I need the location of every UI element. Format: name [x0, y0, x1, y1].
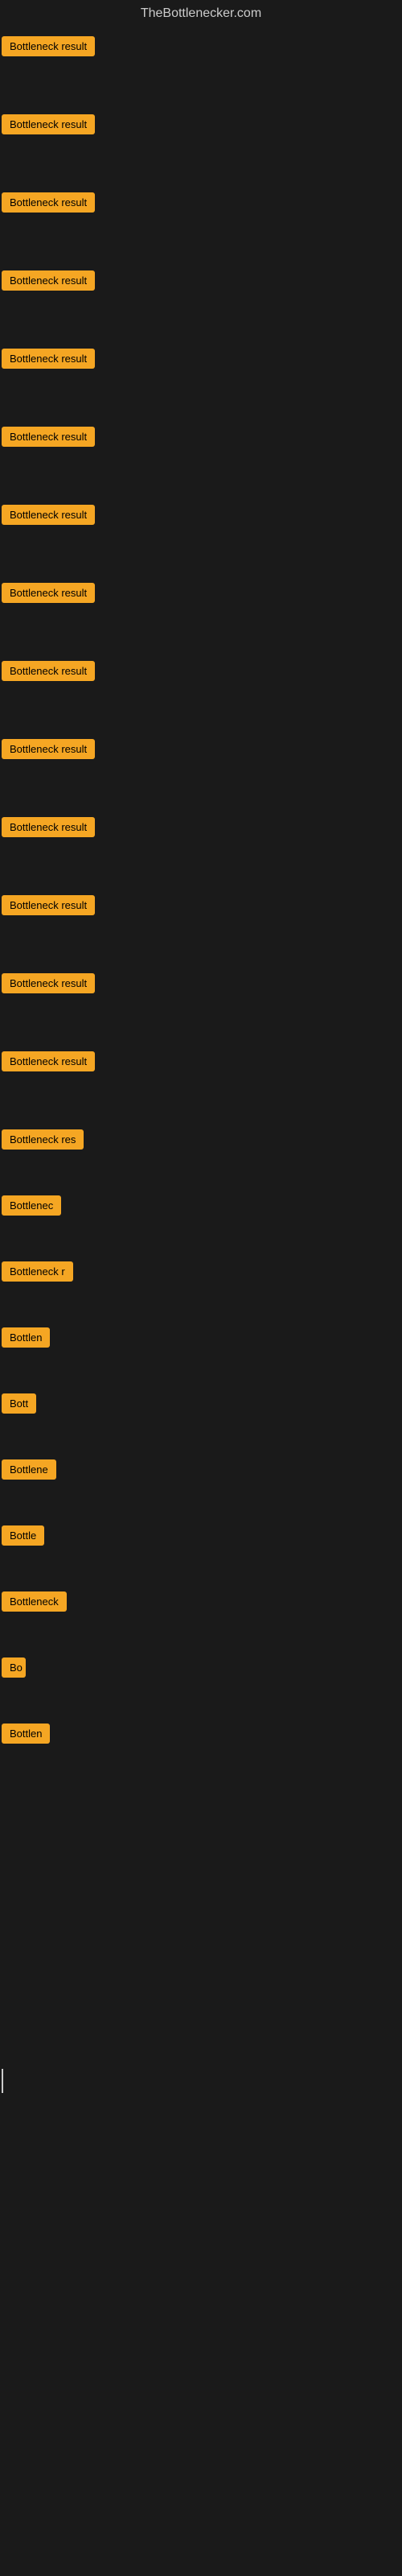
list-item[interactable]: Bottleneck result [2, 972, 400, 999]
list-item[interactable]: Bottle [2, 1524, 400, 1551]
list-item[interactable]: Bottlenec [2, 1194, 400, 1221]
items-container: Bottleneck result Bottleneck result Bottle… [0, 27, 402, 1789]
list-item[interactable]: Bottleneck r [2, 1260, 400, 1287]
bottleneck-badge: Bottleneck r [2, 1261, 73, 1282]
list-item[interactable]: Bottleneck result [2, 35, 400, 62]
list-item[interactable]: Bottleneck result [2, 503, 400, 530]
bottleneck-badge: Bottleneck result [2, 895, 95, 915]
bottleneck-badge: Bottlene [2, 1459, 56, 1480]
bottleneck-badge: Bottleneck result [2, 114, 95, 134]
list-item[interactable]: Bottleneck result [2, 425, 400, 452]
bottleneck-badge: Bottleneck result [2, 583, 95, 603]
bottleneck-badge: Bottleneck res [2, 1129, 84, 1150]
bottleneck-badge: Bottlenec [2, 1195, 61, 1216]
list-item[interactable]: Bottlen [2, 1326, 400, 1353]
cursor-line [2, 2069, 3, 2093]
list-item[interactable]: Bottlen [2, 1722, 400, 1749]
bottleneck-badge: Bottleneck result [2, 973, 95, 993]
list-item[interactable]: Bottlene [2, 1458, 400, 1485]
list-item[interactable]: Bottleneck result [2, 894, 400, 921]
list-item[interactable]: Bo [2, 1656, 400, 1683]
list-item[interactable]: Bott [2, 1392, 400, 1419]
list-item[interactable]: Bottleneck result [2, 113, 400, 140]
site-title: TheBottlenecker.com [0, 0, 402, 27]
list-item[interactable]: Bottleneck result [2, 347, 400, 374]
bottleneck-badge: Bottleneck result [2, 349, 95, 369]
list-item[interactable]: Bottleneck [2, 1590, 400, 1617]
bottleneck-badge: Bottleneck result [2, 739, 95, 759]
list-item[interactable]: Bottleneck result [2, 191, 400, 218]
list-item[interactable]: Bottleneck result [2, 1050, 400, 1077]
bottleneck-badge: Bottleneck result [2, 192, 95, 213]
bottleneck-badge: Bottleneck result [2, 817, 95, 837]
bottleneck-badge: Bottlen [2, 1327, 50, 1348]
list-item[interactable]: Bottleneck result [2, 737, 400, 765]
list-item[interactable]: Bottleneck res [2, 1128, 400, 1155]
bottleneck-badge: Bott [2, 1393, 36, 1414]
list-item[interactable]: Bottleneck result [2, 815, 400, 843]
bottleneck-badge: Bottleneck result [2, 36, 95, 56]
bottleneck-badge: Bottleneck [2, 1591, 67, 1612]
bottleneck-badge: Bo [2, 1657, 26, 1678]
bottleneck-badge: Bottleneck result [2, 427, 95, 447]
bottleneck-badge: Bottleneck result [2, 270, 95, 291]
list-item[interactable]: Bottleneck result [2, 269, 400, 296]
bottleneck-badge: Bottlen [2, 1724, 50, 1744]
list-item[interactable]: Bottleneck result [2, 581, 400, 609]
bottleneck-badge: Bottleneck result [2, 1051, 95, 1071]
list-item[interactable]: Bottleneck result [2, 659, 400, 687]
bottleneck-badge: Bottleneck result [2, 505, 95, 525]
bottleneck-badge: Bottle [2, 1525, 44, 1546]
bottleneck-badge: Bottleneck result [2, 661, 95, 681]
